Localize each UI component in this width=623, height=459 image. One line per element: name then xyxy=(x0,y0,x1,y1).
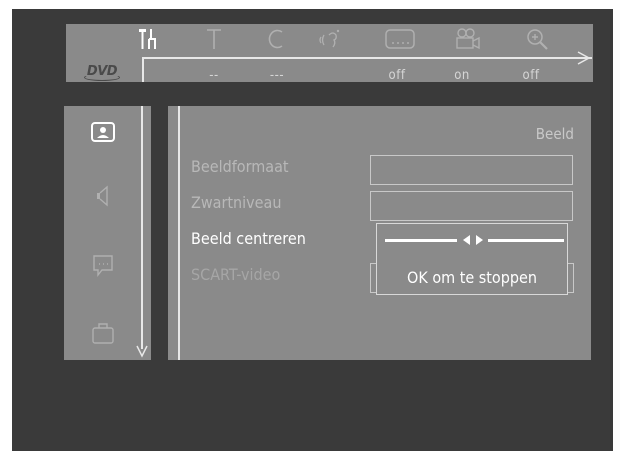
slider-track-right xyxy=(488,239,564,242)
subtitle-value: off xyxy=(388,68,406,83)
status-bar: DVD -- --- off on off xyxy=(66,24,593,83)
picture-icon[interactable] xyxy=(86,117,120,147)
chapter-icon[interactable] xyxy=(257,26,297,52)
audio-language-icon[interactable] xyxy=(313,26,353,52)
zoom-icon[interactable] xyxy=(518,26,558,52)
dvd-logo: DVD xyxy=(72,64,132,81)
settings-tools-icon[interactable] xyxy=(128,26,168,52)
panel-divider xyxy=(178,106,180,360)
arrow-right-icon xyxy=(577,51,591,65)
camera-angle-icon[interactable] xyxy=(448,26,488,52)
menu-item-beeldformaat[interactable]: Beeldformaat xyxy=(191,157,289,176)
scart-field-right-edge xyxy=(568,263,574,293)
menu-sidebar xyxy=(64,106,151,360)
centering-popup: OK om te stoppen xyxy=(376,223,568,295)
speaker-icon[interactable] xyxy=(86,181,120,211)
slider-track-left xyxy=(385,239,457,242)
settings-panel: Beeld Beeldformaat Zwartniveau Beeld cen… xyxy=(168,106,591,360)
menu-item-beeld-centreren[interactable]: Beeld centreren xyxy=(191,229,306,248)
popup-message: OK om te stoppen xyxy=(406,268,537,287)
zoom-value: off xyxy=(522,68,540,83)
panel-title: Beeld xyxy=(535,125,574,143)
menu-item-zwartniveau[interactable]: Zwartniveau xyxy=(191,193,281,212)
chapter-value: --- xyxy=(269,68,285,83)
status-bar-divider xyxy=(144,57,592,59)
title-icon[interactable] xyxy=(194,26,234,52)
arrow-down-icon xyxy=(136,345,148,358)
sidebar-scroll-line xyxy=(141,106,143,349)
menu-item-scart-video[interactable]: SCART-video xyxy=(191,265,280,284)
beeldformaat-field[interactable] xyxy=(370,155,573,185)
briefcase-icon[interactable] xyxy=(86,318,120,348)
subtitle-icon[interactable] xyxy=(380,26,420,52)
speech-bubble-icon[interactable] xyxy=(86,251,120,281)
title-value: -- xyxy=(209,68,219,83)
tv-screen: DVD -- --- off on off Beeld Beeldformaat… xyxy=(12,9,613,451)
status-bar-separator xyxy=(142,57,144,82)
angle-value: on xyxy=(454,68,470,83)
slider-handle-icon[interactable] xyxy=(461,233,485,247)
zwartniveau-field[interactable] xyxy=(370,191,573,221)
